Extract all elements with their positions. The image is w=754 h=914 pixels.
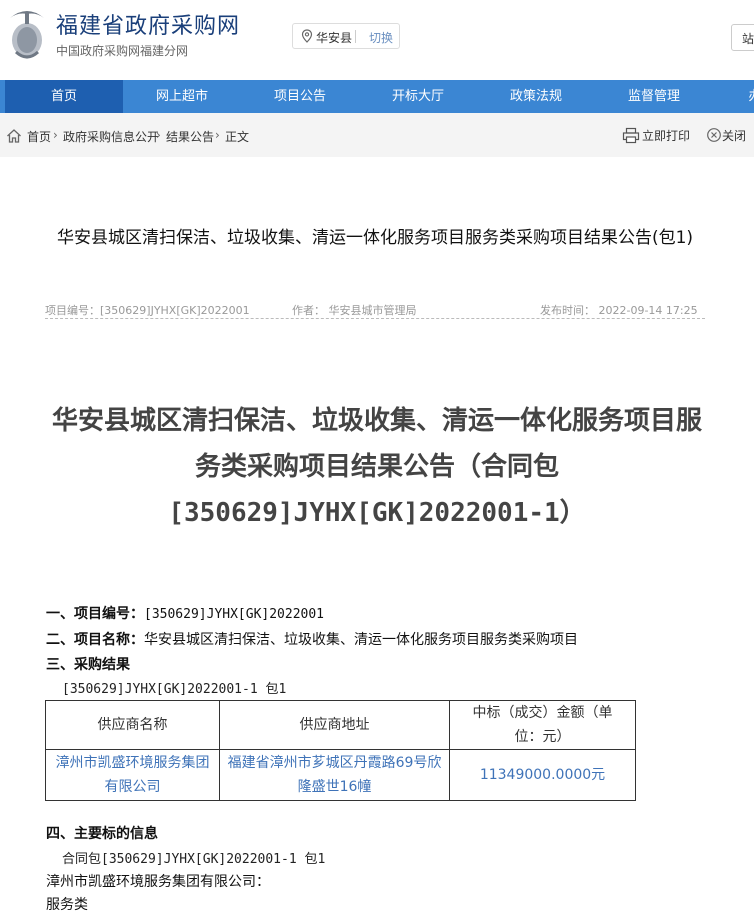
section-main-items: 四、主要标的信息	[46, 823, 158, 843]
supplier-name-cell: 漳州市凯盛环境服务集团有限公司	[45, 749, 220, 801]
home-icon	[7, 129, 21, 143]
breadcrumb-separator: ›	[53, 128, 58, 142]
breadcrumb-home[interactable]: 首页	[27, 128, 51, 145]
location-name: 华安县	[316, 31, 353, 45]
item-type-line: 服务类	[46, 897, 88, 913]
nav-item-bid-hall[interactable]: 开标大厅	[359, 80, 477, 113]
breadcrumb-separator: ›	[156, 128, 161, 142]
nav-item-announcements[interactable]: 项目公告	[241, 80, 359, 113]
site-search-button[interactable]: 站	[731, 24, 754, 51]
section-label: 四、主要标的信息	[46, 826, 158, 842]
nav-item-supervision[interactable]: 监督管理	[595, 80, 713, 113]
meta-publish-time: 发布时间： 2022-09-14 17:25	[540, 304, 698, 317]
location-selector[interactable]: 华安县 切换	[292, 23, 400, 49]
nav-item-home[interactable]: 首页	[5, 80, 123, 113]
location-switch-link[interactable]: 切换	[369, 29, 393, 46]
site-logo-icon[interactable]	[6, 4, 48, 62]
site-title[interactable]: 福建省政府采购网	[56, 8, 240, 40]
table-header-cell: 供应商名称	[45, 700, 220, 750]
meta-project-number: 项目编号：[350629]JYHX[GK]2022001	[45, 304, 250, 317]
printer-icon[interactable]	[622, 127, 640, 144]
breadcrumb-result-notices[interactable]: 结果公告	[166, 128, 214, 145]
announcement-heading: 华安县城区清扫保洁、垃圾收集、清运一体化服务项目服务类采购项目结果公告（合同包[…	[51, 406, 702, 528]
project-name-value: 华安县城区清扫保洁、垃圾收集、清运一体化服务项目服务类采购项目	[144, 632, 578, 648]
article-title: 华安县城区清扫保洁、垃圾收集、清运一体化服务项目服务类采购项目结果公告(包1)	[56, 228, 694, 248]
section-label: 二、项目名称：	[46, 632, 144, 648]
nav-item-online-mall[interactable]: 网上超市	[123, 80, 241, 113]
breadcrumb: 首页 › 政府采购信息公开 › 结果公告 › 正文 立即打印 关闭	[0, 113, 754, 157]
location-divider	[355, 30, 356, 43]
meta-divider	[45, 318, 705, 319]
section-project-number: 一、项目编号：[350629]JYHX[GK]2022001	[46, 603, 324, 623]
package-label: [350629]JYHX[GK]2022001-1 包1	[62, 682, 287, 697]
site-header: 福建省政府采购网 中国政府采购网福建分网 华安县 切换 站	[0, 0, 754, 80]
section-label: 三、采购结果	[46, 657, 130, 673]
print-button[interactable]: 立即打印	[642, 127, 690, 144]
nav-item-policies[interactable]: 政策法规	[477, 80, 595, 113]
table-header-row: 供应商名称 供应商地址 中标（成交）金额（单位：元）	[45, 700, 636, 750]
breadcrumb-info-disclosure[interactable]: 政府采购信息公开	[63, 128, 159, 145]
location-pin-icon	[301, 29, 313, 43]
close-icon[interactable]	[706, 127, 722, 143]
section-label: 一、项目编号：	[46, 606, 144, 622]
table-row: 漳州市凯盛环境服务集团有限公司 福建省漳州市芗城区丹霞路69号欣隆盛世16幢 1…	[45, 749, 636, 801]
site-subtitle: 中国政府采购网福建分网	[56, 44, 189, 58]
section-project-name: 二、项目名称：华安县城区清扫保洁、垃圾收集、清运一体化服务项目服务类采购项目	[46, 629, 578, 649]
contract-package-label: 合同包[350629]JYHX[GK]2022001-1 包1	[62, 852, 326, 867]
table-header-cell: 中标（成交）金额（单位：元）	[449, 700, 636, 750]
section-procurement-result: 三、采购结果	[46, 654, 130, 674]
winning-company-line: 漳州市凯盛环境服务集团有限公司：	[46, 874, 270, 890]
meta-author: 作者： 华安县城市管理局	[292, 304, 417, 317]
project-number-value: [350629]JYHX[GK]2022001	[144, 607, 325, 622]
supplier-address-cell: 福建省漳州市芗城区丹霞路69号欣隆盛世16幢	[219, 749, 450, 801]
main-nav: 首页 网上超市 项目公告 开标大厅 政策法规 监督管理 办	[0, 80, 754, 113]
table-header-cell: 供应商地址	[219, 700, 450, 750]
nav-item-more[interactable]: 办	[740, 80, 754, 113]
close-button[interactable]: 关闭	[722, 127, 746, 144]
breadcrumb-separator: ›	[215, 128, 220, 142]
result-table: 供应商名称 供应商地址 中标（成交）金额（单位：元） 漳州市凯盛环境服务集团有限…	[45, 700, 636, 801]
breadcrumb-current: 正文	[225, 130, 250, 144]
award-amount-cell: 11349000.0000元	[449, 749, 636, 801]
